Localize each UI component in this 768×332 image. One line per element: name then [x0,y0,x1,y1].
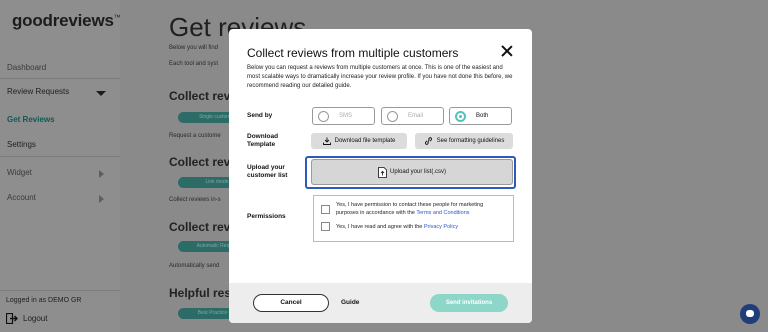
download-template-label: Download Template [247,133,279,148]
link-icon [424,137,432,145]
bulk-request-modal: Collect reviews from multiple customers … [229,29,532,323]
sidebar: goodreviews™ Dashboard Review Requests G… [0,0,121,332]
upload-list-label: Upload your customer list [247,164,288,179]
radio-icon [387,111,398,122]
chevron-down-icon[interactable] [96,91,106,96]
section-text: Request a custome [169,133,221,139]
upload-list-button[interactable]: Upload your list(.csv) [311,159,513,185]
terms-link[interactable]: Terms and Conditions [416,210,469,216]
permissions-label: Permissions [247,213,286,220]
send-by-sms-option[interactable]: SMS [312,107,375,125]
option-label: SMS [339,113,353,119]
page-intro-line: Below you will find [169,45,219,51]
sidebar-item-dashboard[interactable]: Dashboard [7,63,46,72]
sidebar-item-review-requests[interactable]: Review Requests [7,87,69,96]
section-text: Automatically send [169,263,220,269]
permissions-box: Yes, I have permission to contact these … [313,195,514,242]
modal-title: Collect reviews from multiple customers [247,46,459,60]
divider [0,290,120,291]
download-template-button[interactable]: Download file template [311,133,407,149]
sidebar-item-widget[interactable]: Widget [7,168,32,177]
chevron-right-icon[interactable] [99,195,104,203]
privacy-policy-link[interactable]: Privacy Policy [424,224,458,230]
sidebar-item-get-reviews[interactable]: Get Reviews [7,115,55,124]
modal-intro: Below you can request a reviews from mul… [247,65,513,89]
divider [0,78,120,79]
button-label: See formatting guidelines [436,138,505,144]
logout-button[interactable]: Logout [6,313,47,324]
download-icon [322,137,331,145]
option-label: Email [408,113,424,119]
logged-in-status: Logged in as DEMO GR [6,297,82,304]
marketing-permission-checkbox[interactable] [321,205,330,214]
cancel-button[interactable]: Cancel [253,294,329,312]
divider [0,156,120,157]
radio-selected-icon [455,111,466,122]
send-by-both-option[interactable]: Both [449,107,512,125]
chat-icon[interactable] [740,304,760,324]
close-icon[interactable] [500,44,514,58]
logout-label: Logout [23,314,48,323]
send-by-label: Send by [247,112,273,119]
send-invitations-button[interactable]: Send invitations [430,294,508,312]
button-label: Upload your list(.csv) [389,169,446,175]
modal-footer: Cancel Guide Send invitations [229,283,532,323]
formatting-guidelines-button[interactable]: See formatting guidelines [415,133,513,149]
send-by-email-option[interactable]: Email [381,107,444,125]
file-upload-icon [378,166,387,178]
button-label: Download file template [334,138,396,144]
sidebar-item-account[interactable]: Account [7,193,36,202]
chevron-right-icon[interactable] [99,170,104,178]
marketing-permission-text: Yes, I have permission to contact these … [336,202,506,217]
permission-text: Yes, I have read and agree with the [336,224,424,230]
page-intro-line: Each tool and syst [169,61,219,67]
privacy-agree-checkbox[interactable] [321,222,330,231]
logo[interactable]: goodreviews™ [12,11,121,31]
logout-icon [6,313,18,324]
guide-link[interactable]: Guide [341,299,359,306]
privacy-agree-text: Yes, I have read and agree with the Priv… [336,224,506,232]
section-text: Collect reviews in-s [169,197,221,203]
option-label: Both [476,113,489,119]
sidebar-item-settings[interactable]: Settings [7,140,36,149]
radio-icon [318,111,329,122]
